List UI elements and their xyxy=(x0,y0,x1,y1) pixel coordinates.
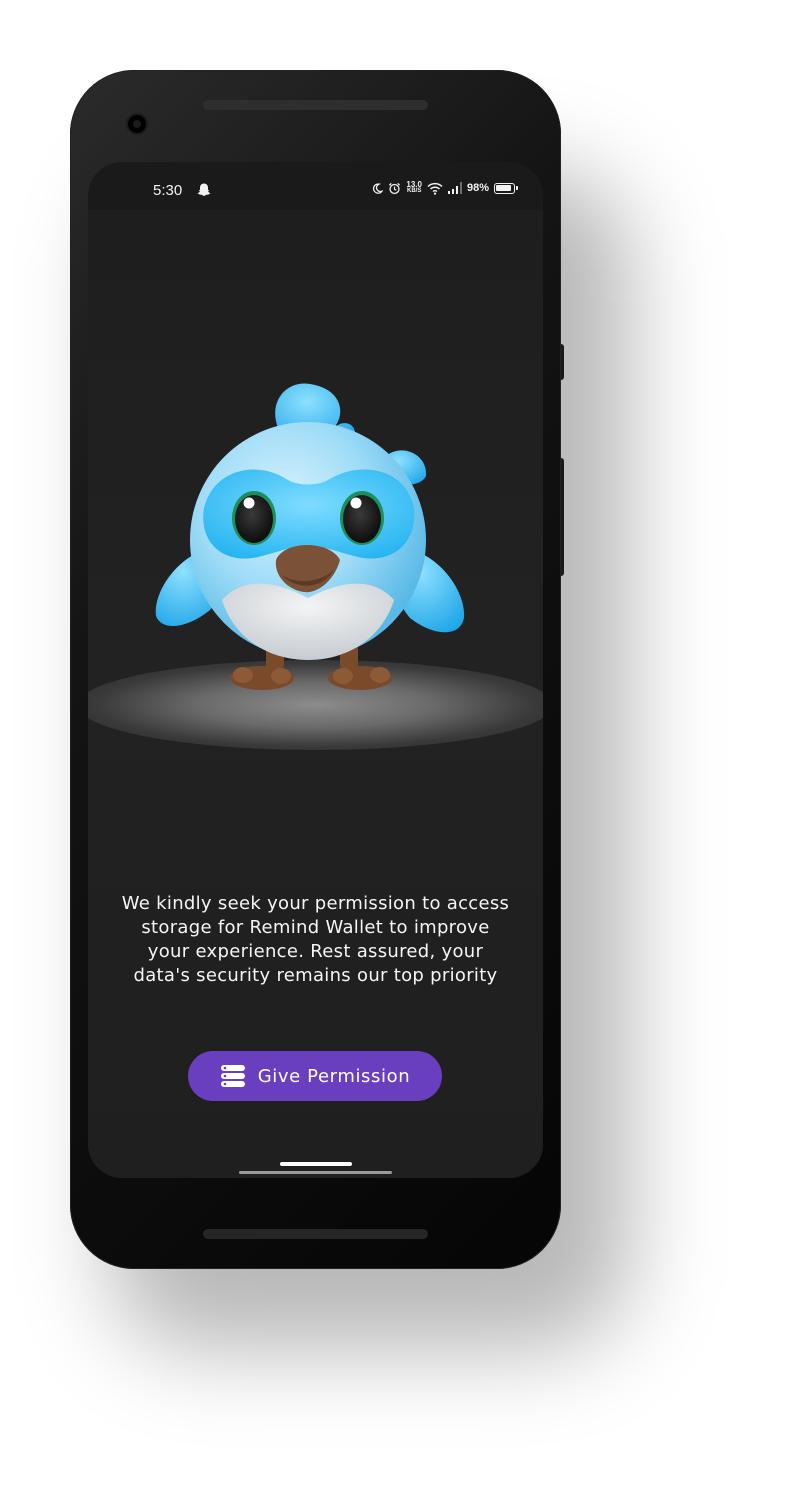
network-speed-unit: KB/S xyxy=(407,188,422,194)
permission-screen: We kindly seek your permission to access… xyxy=(88,210,543,1178)
wifi-icon xyxy=(427,182,443,195)
network-speed-value: 13.0 xyxy=(406,180,422,189)
navigation-bar xyxy=(239,1171,392,1174)
signal-icon xyxy=(447,182,462,194)
alarm-icon xyxy=(389,182,401,194)
earpiece-speaker xyxy=(203,100,428,110)
home-indicator[interactable] xyxy=(280,1162,352,1166)
status-bar: 5:30 13.0 KB/S 98% xyxy=(88,162,543,210)
battery-percentage: 98% xyxy=(466,182,489,194)
permission-message: We kindly seek your permission to access… xyxy=(121,893,510,986)
status-icons: 13.0 KB/S 98% xyxy=(372,181,518,195)
bottom-speaker xyxy=(203,1229,428,1239)
battery-icon xyxy=(494,182,518,194)
mascot-bird-icon xyxy=(155,383,465,690)
moon-icon xyxy=(373,182,384,194)
phone-screen: 5:30 13.0 KB/S 98% We kindly seek your p… xyxy=(88,162,543,1178)
device-mockup: 5:30 13.0 KB/S 98% We kindly seek your p… xyxy=(0,0,791,1499)
storage-icon xyxy=(220,1065,245,1087)
status-time: 5:30 xyxy=(153,182,183,199)
give-permission-button[interactable]: Give Permission xyxy=(188,1051,442,1101)
snapchat-ghost-icon xyxy=(197,183,211,196)
front-camera xyxy=(128,115,146,133)
network-speed: 13.0 KB/S xyxy=(406,181,422,195)
give-permission-label: Give Permission xyxy=(257,1065,411,1087)
